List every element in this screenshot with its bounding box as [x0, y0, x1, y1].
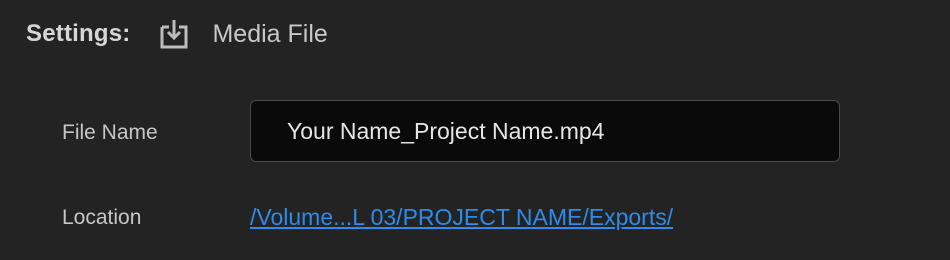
settings-label: Settings: — [26, 20, 131, 47]
file-name-label: File Name — [62, 121, 158, 144]
export-settings-panel: Settings: Media File File Name Location … — [0, 0, 950, 260]
export-to-file-icon-svg — [160, 20, 188, 49]
export-to-file-icon[interactable] — [158, 18, 190, 50]
settings-header: Settings: Media File — [26, 14, 328, 54]
media-file-label: Media File — [212, 19, 328, 48]
location-path-link[interactable]: /Volume...L 03/PROJECT NAME/Exports/ — [250, 204, 673, 231]
location-label: Location — [62, 206, 142, 229]
file-name-input[interactable] — [250, 100, 840, 162]
